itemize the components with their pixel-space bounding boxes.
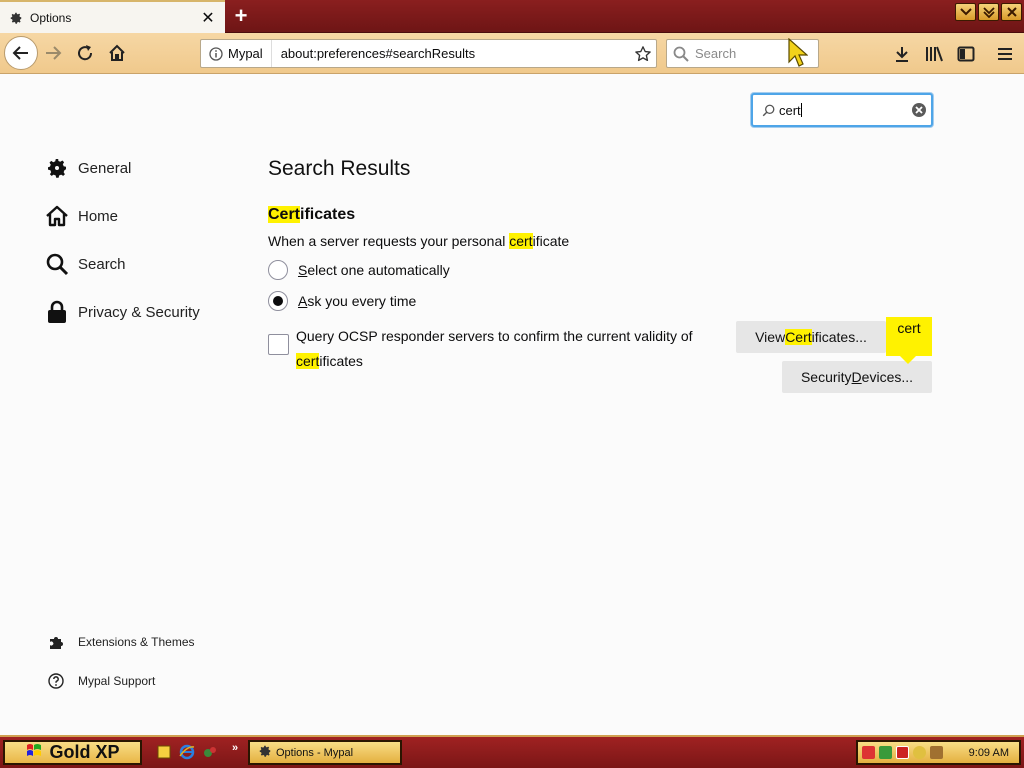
start-button[interactable]: Gold XP <box>3 740 142 765</box>
navigation-toolbar: Mypal about:preferences#searchResults Se… <box>0 33 1024 74</box>
ocsp-label: Query OCSP responder servers to confirm … <box>296 328 693 369</box>
extensions-themes-link[interactable]: Extensions & Themes <box>46 632 195 652</box>
minimize-icon[interactable] <box>955 3 976 21</box>
new-tab-button[interactable]: + <box>228 3 254 28</box>
category-label: Search <box>78 255 126 273</box>
reload-button[interactable] <box>70 38 100 68</box>
show-desktop-icon[interactable] <box>155 743 173 761</box>
radio-ask-every-time[interactable]: Ask you every time <box>268 290 416 312</box>
search-placeholder: Search <box>695 46 737 61</box>
tab-strip: Options ✕ + <box>0 0 1024 33</box>
chevron-right-icon[interactable]: » <box>226 739 244 757</box>
url-bar[interactable]: Mypal about:preferences#searchResults <box>200 39 657 68</box>
preferences-page: cert General Home Search Privacy & Secur… <box>0 75 1024 735</box>
certificates-group-title: Certificates <box>268 206 356 223</box>
find-in-options-input[interactable]: cert <box>751 93 933 127</box>
library-icon[interactable] <box>922 42 946 66</box>
gear-icon <box>8 10 24 26</box>
view-certificates-button[interactable]: View Cert ificates... <box>736 321 886 353</box>
menu-icon[interactable] <box>993 42 1017 66</box>
download-icon[interactable] <box>890 42 914 66</box>
gear-icon <box>44 155 70 181</box>
category-privacy-security[interactable]: Privacy & Security <box>44 298 200 326</box>
clear-icon[interactable] <box>907 102 931 118</box>
identity-label: Mypal <box>228 46 263 61</box>
shield-icon[interactable] <box>896 746 909 759</box>
home-button[interactable] <box>102 38 132 68</box>
puzzle-icon <box>46 632 66 652</box>
radio-label: Ask you every time <box>298 293 417 309</box>
home-icon <box>44 203 70 229</box>
callout-arrow <box>900 356 916 364</box>
ocsp-checkbox[interactable] <box>268 334 289 355</box>
help-icon <box>46 671 66 691</box>
site-identity[interactable]: Mypal <box>201 40 272 67</box>
search-icon <box>757 104 779 117</box>
radio-label: Select one automatically <box>298 262 450 278</box>
category-label: Privacy & Security <box>78 303 200 321</box>
internet-explorer-icon[interactable] <box>178 743 196 761</box>
info-icon <box>209 46 223 61</box>
taskbar: Gold XP » Options - Mypal 9:09 AM <box>0 735 1024 768</box>
radio-button-selected[interactable] <box>268 291 288 311</box>
support-link[interactable]: Mypal Support <box>46 671 155 691</box>
network-icon[interactable] <box>862 746 875 759</box>
category-search[interactable]: Search <box>44 250 126 278</box>
tray-tool-icon[interactable] <box>930 746 943 759</box>
restore-icon[interactable] <box>978 3 999 21</box>
url-text[interactable]: about:preferences#searchResults <box>272 46 630 61</box>
search-icon <box>44 251 70 277</box>
security-devices-button[interactable]: Security Devices... <box>782 361 932 393</box>
footer-link-label: Extensions & Themes <box>78 635 195 649</box>
tab-title: Options <box>30 10 72 25</box>
lock-icon <box>44 299 70 325</box>
close-icon[interactable]: ✕ <box>197 7 219 29</box>
category-label: Home <box>78 207 119 225</box>
volume-icon[interactable] <box>913 746 926 759</box>
certificates-description: When a server requests your personal cer… <box>268 233 570 249</box>
radio-select-automatically[interactable]: Select one automatically <box>268 259 450 281</box>
tray-app-icon[interactable] <box>879 746 892 759</box>
category-home[interactable]: Home <box>44 202 118 230</box>
sidebar-icon[interactable] <box>954 42 978 66</box>
taskbar-item-options-mypal[interactable]: Options - Mypal <box>248 740 402 765</box>
clock: 9:09 AM <box>968 746 1009 759</box>
start-label: Gold XP <box>49 742 120 762</box>
footer-link-label: Mypal Support <box>78 674 156 688</box>
window-close-icon[interactable] <box>1001 3 1022 21</box>
quick-launch-app-icon[interactable] <box>201 743 219 761</box>
gear-icon <box>258 744 272 761</box>
forward-button[interactable] <box>38 38 68 68</box>
system-tray: 9:09 AM <box>856 740 1021 765</box>
radio-button[interactable] <box>268 260 288 280</box>
category-label: General <box>78 159 132 177</box>
search-highlight-callout: cert <box>886 317 932 356</box>
taskbar-item-label: Options - Mypal <box>276 746 354 759</box>
page-title: Search Results <box>268 157 411 180</box>
back-button[interactable] <box>4 36 38 70</box>
search-icon <box>667 46 695 62</box>
tab-options[interactable]: Options ✕ <box>0 0 225 33</box>
star-icon[interactable] <box>630 45 656 63</box>
find-in-options-value: cert <box>779 102 802 118</box>
category-general[interactable]: General <box>44 154 131 182</box>
windows-logo-icon <box>25 742 43 763</box>
mouse-cursor-icon <box>788 37 809 75</box>
